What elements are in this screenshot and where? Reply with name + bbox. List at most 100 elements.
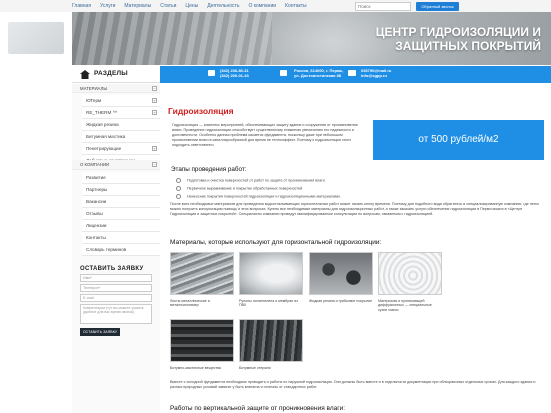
material-caption: Материалы и проникающей диффузионных — с… <box>378 299 432 312</box>
logo[interactable] <box>8 22 64 54</box>
sidebar-item-label: Отзывы <box>86 211 103 216</box>
email-field[interactable]: E-mail <box>80 294 152 302</box>
sidebar-item-vacancies[interactable]: Вакансии <box>82 196 160 208</box>
vertical-works-heading: Работы по вертикальной защите от проникн… <box>170 405 346 412</box>
sidebar-item-label: Контакты <box>86 235 106 240</box>
material-image[interactable] <box>170 319 234 362</box>
address-line-2: ул. Достоинстинская 88 <box>294 73 342 78</box>
sidebar-item-label: Битумная мастика <box>86 134 126 139</box>
material-caption: Битумно-мастичные вещества <box>170 366 221 370</box>
search-input[interactable] <box>355 2 411 11</box>
banner-title: ЦЕНТР ГИДРОИЗОЛЯЦИИ И ЗАЩИТНЫХ ПОКРЫТИЙ <box>375 25 541 53</box>
nav-prices[interactable]: Цены <box>185 3 198 9</box>
material-card[interactable]: Рулоны полиэтилена и мембран из ПВХ <box>239 252 303 308</box>
sidebar-item-liquid-rubber[interactable]: Жидкая резина <box>82 119 160 131</box>
body-paragraph-2: Вместе с холодной фундамента необходимо … <box>170 380 536 390</box>
sidebar-item-yuterm[interactable]: ЮТерм + <box>82 95 160 107</box>
nav-links: Главная Услуги Материалы Статьи Цены Дея… <box>72 0 307 12</box>
sidebar-category-label: МАТЕРИАЛЫ <box>80 86 108 91</box>
banner-texture <box>72 12 272 65</box>
sections-header: РАЗДЕЛЫ <box>72 66 160 83</box>
material-image[interactable] <box>170 252 234 295</box>
material-card[interactable]: Битумные стержни <box>239 319 303 370</box>
stage-item: Подготовка и очистка поверхностей от раб… <box>176 178 326 183</box>
material-image[interactable] <box>309 252 373 295</box>
material-image[interactable] <box>239 319 303 362</box>
sidebar-item-contacts[interactable]: Контакты <box>82 232 160 244</box>
sidebar-item-label: Словарь терминов <box>86 247 127 252</box>
order-form: ОСТАВИТЬ ЗАЯВКУ Имя* Телефон* E-mail Ком… <box>80 266 154 346</box>
bullet-icon <box>176 194 181 199</box>
mail-icon <box>348 70 356 76</box>
collapse-icon[interactable]: − <box>152 86 157 91</box>
collapse-icon[interactable]: − <box>152 162 157 167</box>
stage-item: Первичное выравнивание и покрытие обрабо… <box>176 186 303 191</box>
material-image[interactable] <box>239 252 303 295</box>
sidebar-item-licenses[interactable]: Лицензии <box>82 220 160 232</box>
material-image[interactable] <box>378 252 442 295</box>
callback-button[interactable]: Обратный звонок <box>416 2 459 11</box>
bullet-icon <box>176 186 181 191</box>
top-navigation: Главная Услуги Материалы Статьи Цены Дея… <box>0 0 551 12</box>
page-title: Гидроизоляция <box>168 106 234 116</box>
material-card[interactable]: Битумно-мастичные вещества <box>170 319 234 370</box>
comment-field[interactable]: Комментарии (тут вы можете указать удобн… <box>80 304 152 324</box>
material-caption: Битумные стержни <box>239 366 271 370</box>
page: { "nav": {"items": ["Главная","Услуги","… <box>0 0 551 413</box>
nav-contacts[interactable]: Контакты <box>285 3 307 9</box>
sidebar-item-glossary[interactable]: Словарь терминов <box>82 244 160 256</box>
sidebar-category-label: О КОМПАНИИ <box>80 162 110 167</box>
body-paragraph: После всех необходимых материалов для пр… <box>170 202 539 217</box>
sidebar-item-label: Развитие <box>86 175 106 180</box>
sidebar-item-label: Вакансии <box>86 199 107 204</box>
sidebar-item-label: Партнеры <box>86 187 108 192</box>
expand-icon[interactable]: + <box>152 98 157 103</box>
price-badge: от 500 рублей/м2 <box>373 120 544 160</box>
materials-heading: Материалы, которые используют для горизо… <box>170 239 382 246</box>
material-card[interactable]: Листы металлические и металлополимер <box>170 252 234 308</box>
stage-item: Нанесение покрытия поверхностей гидроизо… <box>176 194 341 199</box>
name-field[interactable]: Имя* <box>80 274 152 282</box>
nav-services[interactable]: Услуги <box>100 3 115 9</box>
location-icon <box>280 70 287 76</box>
sidebar-category-company[interactable]: О КОМПАНИИ − <box>72 160 160 170</box>
sidebar: МАТЕРИАЛЫ − ЮТерм + RE_THERM ™ + Жидкая рез… <box>72 84 160 413</box>
stage-text: Подготовка и очистка поверхностей от раб… <box>187 178 326 183</box>
sidebar-item-development[interactable]: Развитие <box>82 172 160 184</box>
material-caption: Листы металлические и металлополимер <box>170 299 210 308</box>
nav-articles[interactable]: Статьи <box>160 3 176 9</box>
sidebar-item-bitumen[interactable]: Битумная мастика <box>82 131 160 143</box>
material-caption: Жидкая резина и грибковое покрытие <box>309 299 373 303</box>
phone-field[interactable]: Телефон* <box>80 284 152 292</box>
expand-icon[interactable]: + <box>152 110 157 115</box>
contact-bar: (342) 236-80-31 (342) 200-01-43 Россия, … <box>160 66 551 83</box>
sidebar-item-label: Пенетрирующие <box>86 146 122 151</box>
expand-icon[interactable]: + <box>152 146 157 151</box>
sections-label: РАЗДЕЛЫ <box>94 70 128 77</box>
house-icon <box>80 70 90 79</box>
submit-order-button[interactable]: ОСТАВИТЬ ЗАЯВКУ <box>80 328 120 336</box>
sidebar-item-reviews[interactable]: Отзывы <box>82 208 160 220</box>
sidebar-item-label: RE_THERM ™ <box>86 110 118 115</box>
sidebar-item-retherm[interactable]: RE_THERM ™ + <box>82 107 160 119</box>
sidebar-item-partners[interactable]: Партнеры <box>82 184 160 196</box>
sidebar-item-label: Лицензии <box>86 223 107 228</box>
sidebar-item-label: Жидкая резина <box>86 122 119 127</box>
sidebar-item-penetrating[interactable]: Пенетрирующие + <box>82 143 160 155</box>
stage-text: Нанесение покрытия поверхностей гидроизо… <box>187 194 341 199</box>
nav-home[interactable]: Главная <box>72 3 91 9</box>
sidebar-category-materials[interactable]: МАТЕРИАЛЫ − <box>72 84 160 93</box>
bullet-icon <box>176 178 181 183</box>
header-banner: ЦЕНТР ГИДРОИЗОЛЯЦИИ И ЗАЩИТНЫХ ПОКРЫТИЙ <box>72 12 551 65</box>
address-block: Россия, 614000, г. Пермь, ул. Достоинсти… <box>294 68 344 78</box>
stage-text: Первичное выравнивание и покрытие обрабо… <box>187 186 304 191</box>
email-block: 036790@mail.ru info@sgpp.ru <box>361 68 391 78</box>
email-2[interactable]: info@sgpp.ru <box>361 73 391 78</box>
phone-icon <box>208 70 215 76</box>
material-card[interactable]: Жидкая резина и грибковое покрытие <box>309 252 373 303</box>
nav-activity[interactable]: Деятельность <box>207 3 239 9</box>
nav-about[interactable]: О компании <box>248 3 276 9</box>
nav-materials[interactable]: Материалы <box>124 3 151 9</box>
material-card[interactable]: Материалы и проникающей диффузионных — с… <box>378 252 442 312</box>
phone-2[interactable]: (342) 200-01-43 <box>220 73 249 78</box>
